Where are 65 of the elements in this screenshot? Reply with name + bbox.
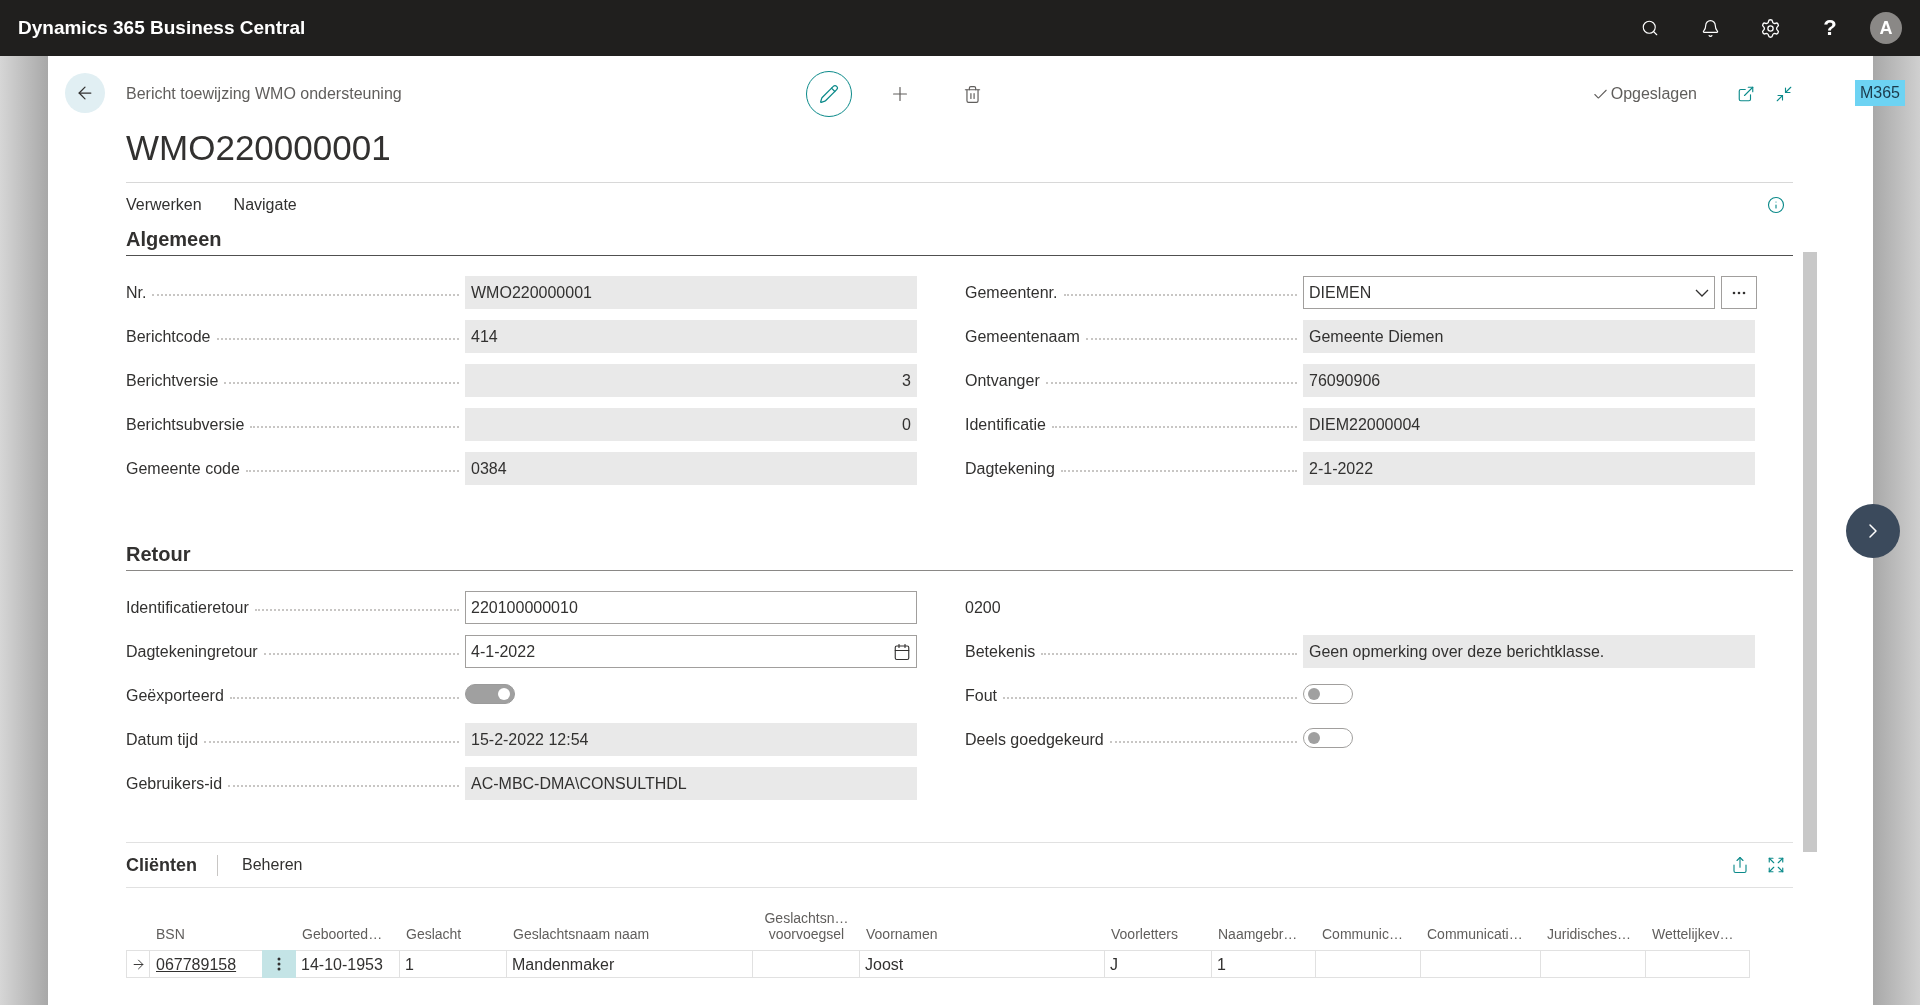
date-field[interactable]: 4-1-2022 [465,635,917,668]
field-value: 76090906 [1303,364,1755,397]
field-label: Berichtsubversie [126,415,245,434]
column-header[interactable]: Voorletters [1105,902,1212,950]
table-cell: Mandenmaker [507,950,753,978]
field-label: Geëxporteerd [126,686,224,705]
menu-item[interactable]: Beheren [242,856,1713,874]
field-label: Berichtversie [126,371,219,390]
field-value: WMO220000001 [465,276,917,309]
app-title: Dynamics 365 Business Central [18,17,307,39]
page-caption: Bericht toewijzing WMO ondersteuning [126,85,403,103]
field-label: Betekenis [965,642,1036,661]
section-title[interactable]: Retour [126,543,1793,571]
input-field[interactable]: 220100000010 [465,591,917,624]
environment-badge: M365 [1854,80,1905,106]
field-value: 3 [465,364,917,397]
column-header[interactable]: Geboorted… [296,902,400,950]
table-cell: J [1105,950,1212,978]
field-label: Gemeentenr. [965,283,1058,302]
field-value: 0384 [465,452,917,485]
column-header[interactable]: Communicati… [1421,902,1541,950]
page-title: WMO220000001 [126,128,392,169]
field-label: Fout [965,686,997,705]
field-value: DIEM22000004 [1303,408,1755,441]
column-header[interactable]: Geslachtsn… voorvoegsel [753,902,860,950]
column-header[interactable]: Voornamen [860,902,1105,950]
field-value: 0 [465,408,917,441]
field-value: AC-MBC-DMA\CONSULTHDL [465,767,917,800]
field-label: Ontvanger [965,371,1040,390]
help-icon[interactable]: ? [1800,15,1860,41]
field-label: Gebruikers-id [126,774,223,793]
field-value: 414 [465,320,917,353]
column-header[interactable]: Wettelijkev… [1646,902,1750,950]
column-header[interactable]: Naamgebr… [1212,902,1316,950]
field-label: Dagtekening [965,459,1055,478]
table-cell: 1 [1212,950,1316,978]
field-label: Gemeentenaam [965,327,1080,346]
dropdown-field[interactable]: DIEMEN [1303,276,1715,309]
field-label: Nr. [126,283,147,302]
field-label: Berichtcode [126,327,211,346]
menu-item[interactable]: Verwerken [126,195,202,214]
field-value: Gemeente Diemen [1303,320,1755,353]
column-header[interactable]: Geslachtsnaam naam [507,902,753,950]
field-label: Identificatie [965,415,1046,434]
column-header[interactable]: BSN [150,902,262,950]
section-title[interactable]: Algemeen [126,228,1793,256]
field-value: 0200 [965,598,1002,617]
field-label: Deels goedgekeurd [965,730,1104,749]
field-label: Dagtekeningretour [126,642,258,661]
column-header[interactable]: Geslacht [400,902,507,950]
field-value: 2-1-2022 [1303,452,1755,485]
column-header[interactable]: Juridisches… [1541,902,1646,950]
field-label: Datum tijd [126,730,199,749]
field-value: 15-2-2022 12:54 [465,723,917,756]
table-cell: 1 [400,950,507,978]
column-header[interactable]: Communic… [1316,902,1421,950]
table-cell: Joost [860,950,1105,978]
field-label: Gemeente code [126,459,240,478]
part-title: Cliënten [126,854,218,876]
avatar[interactable]: A [1870,12,1902,44]
status-text: Opgeslagen [1610,85,1697,103]
table-cell: 14-10-1953 [296,950,400,978]
menu-item[interactable]: Navigate [233,195,297,214]
field-label: Identificatieretour [126,598,249,617]
field-value: Geen opmerking over deze berichtklasse. [1303,635,1755,668]
